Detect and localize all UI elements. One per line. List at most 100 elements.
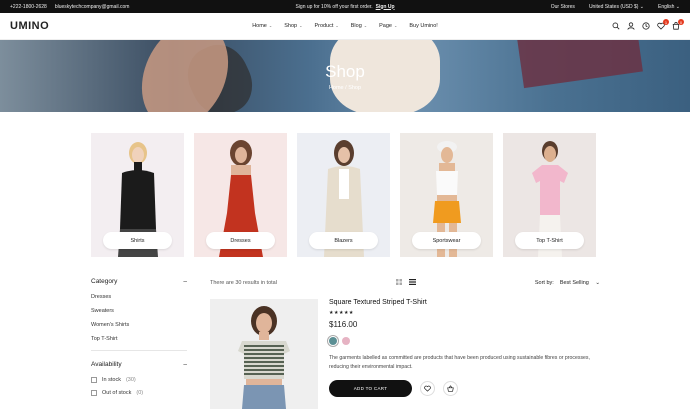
grid-view-icon[interactable] bbox=[396, 279, 402, 287]
checkbox-box[interactable] bbox=[91, 390, 97, 396]
category-label: Dresses bbox=[206, 232, 275, 249]
nav-item-home[interactable]: Home ⌄ bbox=[252, 23, 272, 29]
sort-value: Best Selling bbox=[559, 280, 589, 286]
category-filter-item[interactable]: Sweaters bbox=[91, 308, 187, 314]
nav-label: Product bbox=[314, 23, 334, 29]
chevron-down-icon: ⌄ bbox=[363, 23, 368, 28]
category-filter-item[interactable]: Women's Shirts bbox=[91, 322, 187, 328]
category-card-shirts[interactable]: Shirts bbox=[91, 133, 184, 257]
in-stock-checkbox[interactable]: In stock (30) bbox=[91, 377, 187, 383]
nav-item-product[interactable]: Product ⌄ bbox=[314, 23, 338, 29]
basket-icon bbox=[447, 385, 454, 392]
sort-label: Sort by: bbox=[534, 280, 554, 286]
category-label: Sportswear bbox=[412, 232, 481, 249]
product-actions: ADD TO CART bbox=[329, 380, 599, 397]
divider bbox=[91, 350, 187, 351]
category-filter-item[interactable]: Top T-Shirt bbox=[91, 336, 187, 342]
breadcrumb-home[interactable]: Home bbox=[329, 85, 344, 91]
chevron-down-icon: ⌄ bbox=[595, 280, 600, 286]
checkbox-count: (0) bbox=[136, 390, 144, 396]
category-label: Top T-Shirt bbox=[515, 232, 584, 249]
collapse-icon[interactable]: – bbox=[183, 278, 187, 285]
promo-text: Sign up for 10% off your first order. bbox=[295, 3, 373, 10]
category-filter-title: Category bbox=[91, 278, 118, 285]
color-swatch[interactable] bbox=[329, 337, 337, 345]
nav-label: Blog bbox=[350, 23, 362, 29]
search-icon[interactable] bbox=[612, 22, 620, 30]
nav-item-page[interactable]: Page ⌄ bbox=[379, 23, 397, 29]
product-info: Square Textured Striped T-Shirt ★★★★★ $1… bbox=[329, 299, 599, 397]
language-label: English bbox=[658, 3, 675, 10]
heart-icon bbox=[424, 385, 431, 392]
wishlist-icon[interactable]: 1 bbox=[657, 19, 669, 30]
compare-icon[interactable] bbox=[642, 22, 650, 30]
wishlist-count-badge: 1 bbox=[663, 19, 669, 25]
page-title: Shop bbox=[325, 61, 365, 81]
nav-label: Shop bbox=[284, 23, 298, 29]
main-header: UMINO Home ⌄ Shop ⌄ Product ⌄ Blog ⌄ Page ⌄ B… bbox=[0, 13, 690, 40]
chevron-down-icon: ⌄ bbox=[675, 3, 680, 10]
category-card-sportswear[interactable]: Sportswear bbox=[400, 133, 493, 257]
add-to-cart-button[interactable]: ADD TO CART bbox=[329, 380, 412, 397]
currency-selector[interactable]: United States (USD $) ⌄ bbox=[589, 4, 644, 10]
chevron-down-icon: ⌄ bbox=[268, 23, 273, 28]
product-photo bbox=[238, 306, 290, 409]
view-toggle bbox=[396, 279, 416, 287]
nav-label: Home bbox=[252, 23, 267, 29]
product-title[interactable]: Square Textured Striped T-Shirt bbox=[329, 299, 599, 306]
category-card-dresses[interactable]: Dresses bbox=[194, 133, 287, 257]
collapse-icon[interactable]: – bbox=[183, 361, 187, 368]
main-nav: Home ⌄ Shop ⌄ Product ⌄ Blog ⌄ Page ⌄ Buy Umi… bbox=[0, 23, 690, 29]
sign-up-link[interactable]: Sign Up bbox=[376, 4, 395, 10]
out-of-stock-checkbox[interactable]: Out of stock (0) bbox=[91, 390, 187, 396]
email-address[interactable]: blueskytechcompany@gmail.com bbox=[55, 4, 130, 10]
product-price: $116.00 bbox=[329, 320, 358, 329]
category-filter-item[interactable]: Dresses bbox=[91, 294, 187, 300]
availability-filter-title: Availability bbox=[91, 361, 122, 368]
checkbox-box[interactable] bbox=[91, 377, 97, 383]
results-count: There are 30 results in total bbox=[210, 280, 277, 286]
chevron-down-icon: ⌄ bbox=[639, 3, 644, 10]
site-logo[interactable]: UMINO bbox=[10, 20, 49, 32]
product-description: The garments labelled as committed are p… bbox=[329, 355, 590, 370]
cart-count-badge: 0 bbox=[678, 19, 684, 25]
category-card-top-t-shirt[interactable]: Top T-Shirt bbox=[503, 133, 596, 257]
category-label: Shirts bbox=[103, 232, 172, 249]
our-stores-link[interactable]: Our Stores bbox=[551, 4, 575, 10]
user-icon[interactable] bbox=[627, 22, 635, 30]
availability-filter-header[interactable]: Availability – bbox=[91, 361, 187, 368]
checkbox-label: In stock bbox=[102, 377, 121, 383]
breadcrumb-current: Shop bbox=[348, 84, 362, 91]
hero-banner: Shop Home / Shop bbox=[0, 40, 690, 112]
nav-item-blog[interactable]: Blog ⌄ bbox=[351, 23, 367, 29]
color-swatches bbox=[329, 337, 599, 345]
category-filter-header[interactable]: Category – bbox=[91, 278, 187, 285]
category-label: Blazers bbox=[309, 232, 378, 249]
checkbox-count: (30) bbox=[125, 377, 136, 383]
list-view-icon[interactable] bbox=[409, 279, 416, 287]
cart-icon[interactable]: 0 bbox=[672, 19, 684, 30]
breadcrumb-separator: / bbox=[345, 84, 347, 91]
wishlist-button[interactable] bbox=[420, 381, 435, 396]
checkbox-label: Out of stock bbox=[102, 390, 132, 396]
results-toolbar: There are 30 results in total Sort by: Be… bbox=[210, 279, 600, 287]
quick-view-button[interactable] bbox=[443, 381, 458, 396]
category-card-blazers[interactable]: Blazers bbox=[297, 133, 390, 257]
nav-label: Page bbox=[379, 23, 392, 29]
color-swatch[interactable] bbox=[342, 337, 350, 345]
nav-item-shop[interactable]: Shop ⌄ bbox=[284, 23, 302, 29]
phone-number[interactable]: +222-1800-2628 bbox=[10, 4, 47, 10]
product-image[interactable] bbox=[210, 299, 318, 409]
rating-stars: ★★★★★ bbox=[329, 310, 354, 316]
product-list-item: Square Textured Striped T-Shirt ★★★★★ $1… bbox=[210, 299, 600, 409]
category-cards: Shirts Dresses Blazers Sportswear Top T-… bbox=[91, 133, 596, 257]
language-selector[interactable]: English ⌄ bbox=[658, 4, 680, 10]
sort-dropdown[interactable]: Sort by: Best Selling ⌄ bbox=[535, 280, 600, 286]
chevron-down-icon: ⌄ bbox=[394, 23, 398, 28]
contact-info: +222-1800-2628 blueskytechcompany@gmail.… bbox=[10, 4, 129, 10]
hero-decoration bbox=[517, 40, 643, 89]
nav-item-buy-umino[interactable]: Buy Umino! bbox=[409, 23, 437, 29]
chevron-down-icon: ⌄ bbox=[335, 23, 339, 28]
top-bar: +222-1800-2628 blueskytechcompany@gmail.… bbox=[0, 0, 690, 13]
chevron-down-icon: ⌄ bbox=[299, 23, 303, 28]
